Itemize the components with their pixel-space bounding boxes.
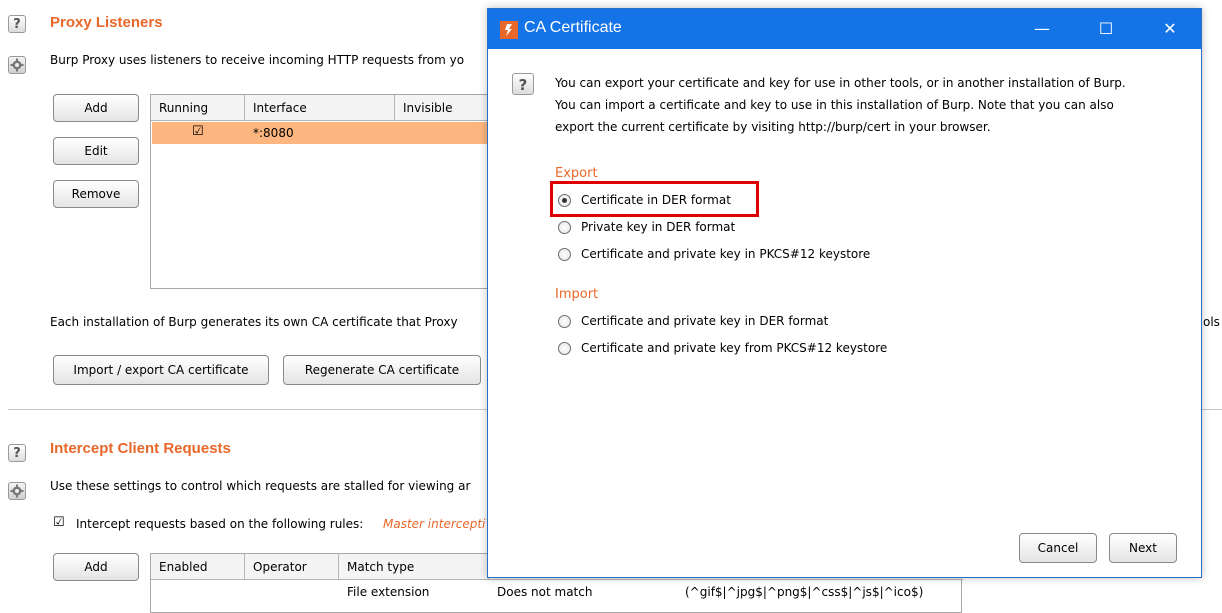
info-line-3: export the current certificate by visiti… — [555, 120, 991, 134]
proxy-listeners-title: Proxy Listeners — [50, 14, 163, 31]
burp-logo-icon — [500, 21, 518, 39]
help-icon[interactable]: ? — [8, 444, 26, 462]
radio-private-key-der[interactable] — [558, 221, 571, 234]
column-header-interface[interactable]: Interface — [245, 95, 395, 121]
gear-icon[interactable] — [8, 56, 26, 74]
condition-cell: (^gif$|^jpg$|^png$|^css$|^js$|^ico$) — [685, 585, 924, 599]
gear-icon[interactable] — [8, 482, 26, 500]
ca-description-tail: ols — [1203, 315, 1220, 329]
radio-import-pkcs12[interactable] — [558, 342, 571, 355]
add-rule-button[interactable]: Add — [53, 553, 139, 581]
info-line-1: You can export your certificate and key … — [555, 76, 1126, 90]
column-header-invisible[interactable]: Invisible — [395, 95, 491, 121]
export-group-label: Export — [555, 166, 598, 181]
import-export-ca-button[interactable]: Import / export CA certificate — [53, 355, 269, 385]
dialog-titlebar[interactable]: CA Certificate — ☐ ✕ — [488, 9, 1201, 49]
running-checkbox[interactable]: ☑ — [192, 125, 206, 139]
listeners-table: Running Interface Invisible ☑ *:8080 — [150, 94, 491, 289]
radio-label-cert-key-pkcs12[interactable]: Certificate and private key in PKCS#12 k… — [581, 247, 870, 261]
help-icon: ? — [512, 73, 534, 95]
interface-cell: *:8080 — [253, 126, 294, 140]
close-button[interactable]: ✕ — [1147, 9, 1193, 49]
column-header-running[interactable]: Running — [151, 95, 245, 121]
relationship-cell: Does not match — [497, 585, 593, 599]
column-header-enabled[interactable]: Enabled — [151, 554, 245, 580]
table-row[interactable]: ☑ *:8080 — [152, 122, 489, 144]
help-icon[interactable]: ? — [8, 15, 26, 33]
radio-certificate-der[interactable] — [558, 194, 571, 207]
master-intercept-link[interactable]: Master intercepti — [383, 517, 485, 531]
column-header-operator[interactable]: Operator — [245, 554, 339, 580]
column-header-match-type[interactable]: Match type — [339, 554, 489, 580]
radio-cert-key-pkcs12[interactable] — [558, 248, 571, 261]
edit-listener-button[interactable]: Edit — [53, 137, 139, 165]
intercept-client-description: Use these settings to control which requ… — [50, 479, 471, 493]
radio-label-import-pkcs12[interactable]: Certificate and private key from PKCS#12… — [581, 341, 887, 355]
intercept-rules-label: Intercept requests based on the followin… — [76, 517, 364, 531]
ca-certificate-dialog: CA Certificate — ☐ ✕ ? You can export yo… — [487, 8, 1202, 578]
minimize-button[interactable]: — — [1019, 9, 1065, 49]
proxy-listeners-description: Burp Proxy uses listeners to receive inc… — [50, 53, 465, 67]
radio-label-certificate-der[interactable]: Certificate in DER format — [581, 193, 731, 207]
remove-listener-button[interactable]: Remove — [53, 180, 139, 208]
radio-label-private-key-der[interactable]: Private key in DER format — [581, 220, 735, 234]
radio-label-import-cert-key-der[interactable]: Certificate and private key in DER forma… — [581, 314, 828, 328]
match-type-cell: File extension — [347, 585, 430, 599]
ca-description: Each installation of Burp generates its … — [50, 315, 458, 329]
regenerate-ca-button[interactable]: Regenerate CA certificate — [283, 355, 481, 385]
intercept-client-title: Intercept Client Requests — [50, 440, 231, 457]
import-group-label: Import — [555, 287, 599, 302]
dialog-title: CA Certificate — [524, 19, 622, 36]
radio-import-cert-key-der[interactable] — [558, 315, 571, 328]
info-line-2: You can import a certificate and key to … — [555, 98, 1114, 112]
maximize-button[interactable]: ☐ — [1083, 9, 1129, 49]
add-listener-button[interactable]: Add — [53, 94, 139, 122]
intercept-rules-checkbox[interactable]: ☑ — [53, 516, 67, 530]
cancel-button[interactable]: Cancel — [1019, 533, 1097, 563]
next-button[interactable]: Next — [1109, 533, 1177, 563]
